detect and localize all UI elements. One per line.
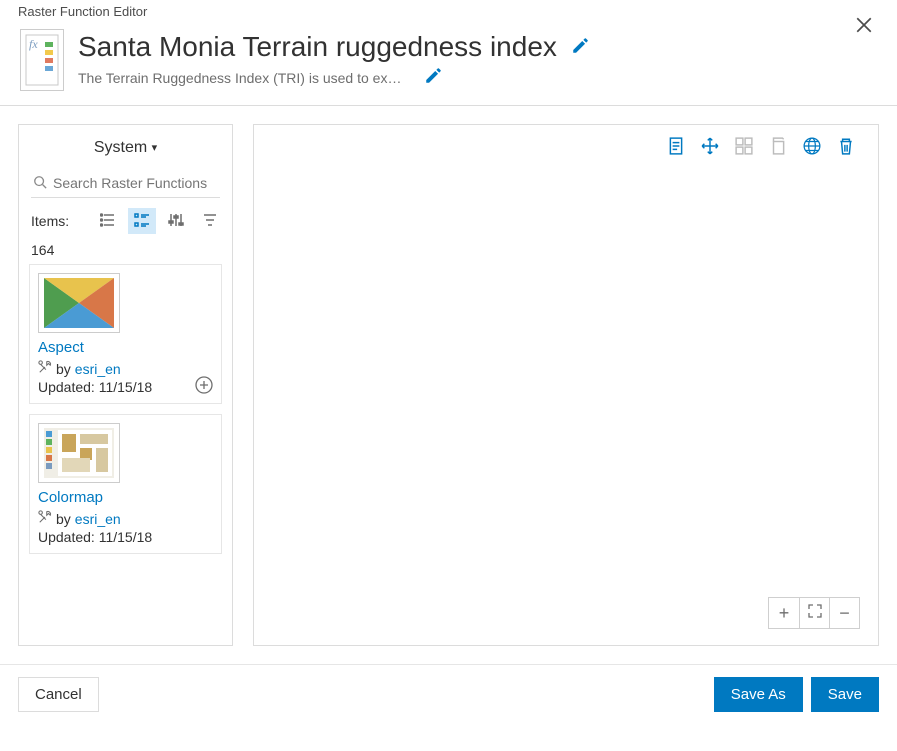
function-card[interactable]: Aspect by esri_en Updated: 11/15/18 bbox=[29, 264, 222, 404]
fit-icon bbox=[807, 603, 823, 624]
document-icon bbox=[667, 137, 685, 158]
window-title: Raster Function Editor bbox=[0, 0, 897, 21]
tools-icon bbox=[38, 510, 52, 527]
view-detail-button[interactable] bbox=[128, 208, 156, 234]
header: fx Santa Monia Terrain ruggedness index … bbox=[0, 21, 897, 106]
chevron-down-icon: ▾ bbox=[152, 142, 158, 154]
filter-button[interactable] bbox=[196, 208, 224, 234]
page-description: The Terrain Ruggedness Index (TRI) is us… bbox=[78, 70, 408, 86]
zoom-controls: + − bbox=[768, 597, 860, 629]
globe-icon bbox=[803, 137, 821, 158]
zoom-out-button[interactable]: − bbox=[829, 598, 859, 628]
pencil-icon bbox=[571, 42, 589, 58]
minus-icon: − bbox=[839, 603, 850, 624]
trash-icon bbox=[837, 137, 855, 158]
function-thumbnail bbox=[38, 423, 120, 483]
delete-button[interactable] bbox=[836, 137, 856, 157]
tools-icon bbox=[38, 360, 52, 377]
updated-date: Updated: 11/15/18 bbox=[38, 529, 213, 545]
auto-layout-button[interactable] bbox=[734, 137, 754, 157]
functions-panel: System ▾ Items: bbox=[18, 124, 233, 646]
cancel-button[interactable]: Cancel bbox=[18, 677, 99, 712]
properties-button[interactable] bbox=[666, 137, 686, 157]
save-button[interactable]: Save bbox=[811, 677, 879, 712]
updated-date: Updated: 11/15/18 bbox=[38, 379, 213, 395]
items-count: 164 bbox=[27, 242, 224, 258]
sort-button[interactable] bbox=[162, 208, 190, 234]
plus-circle-icon bbox=[195, 381, 213, 397]
move-icon bbox=[701, 137, 719, 158]
pencil-icon bbox=[424, 72, 442, 88]
close-button[interactable] bbox=[855, 16, 873, 37]
by-word: by bbox=[56, 511, 71, 527]
items-label: Items: bbox=[31, 213, 69, 229]
author-link[interactable]: esri_en bbox=[75, 511, 121, 527]
category-label: System bbox=[94, 139, 147, 156]
category-dropdown[interactable]: System ▾ bbox=[27, 139, 224, 169]
page-title: Santa Monia Terrain ruggedness index bbox=[78, 31, 557, 63]
plus-icon: + bbox=[779, 603, 790, 624]
zoom-fit-button[interactable] bbox=[799, 598, 829, 628]
template-thumbnail: fx bbox=[20, 29, 64, 91]
author-link[interactable]: esri_en bbox=[75, 361, 121, 377]
zoom-in-button[interactable]: + bbox=[769, 598, 799, 628]
svg-text:fx: fx bbox=[29, 37, 38, 51]
grid-icon bbox=[735, 137, 753, 158]
detail-list-icon bbox=[134, 212, 150, 231]
add-function-button[interactable] bbox=[195, 376, 213, 397]
function-thumbnail bbox=[38, 273, 120, 333]
save-as-button[interactable]: Save As bbox=[714, 677, 803, 712]
edit-description-button[interactable] bbox=[424, 67, 442, 88]
copy-button[interactable] bbox=[768, 137, 788, 157]
editor-canvas[interactable]: + − bbox=[253, 124, 879, 646]
filter-icon bbox=[202, 212, 218, 231]
list-icon bbox=[100, 212, 116, 231]
function-name-link[interactable]: Colormap bbox=[38, 489, 213, 506]
close-icon bbox=[855, 21, 873, 37]
sliders-icon bbox=[168, 212, 184, 231]
move-button[interactable] bbox=[700, 137, 720, 157]
search-icon bbox=[33, 175, 47, 192]
function-card[interactable]: Colormap by esri_en Updated: 11/15/18 bbox=[29, 414, 222, 554]
copy-icon bbox=[769, 137, 787, 158]
edit-title-button[interactable] bbox=[571, 37, 589, 58]
globe-button[interactable] bbox=[802, 137, 822, 157]
function-name-link[interactable]: Aspect bbox=[38, 339, 213, 356]
by-word: by bbox=[56, 361, 71, 377]
view-list-button[interactable] bbox=[94, 208, 122, 234]
search-input[interactable] bbox=[31, 169, 220, 197]
